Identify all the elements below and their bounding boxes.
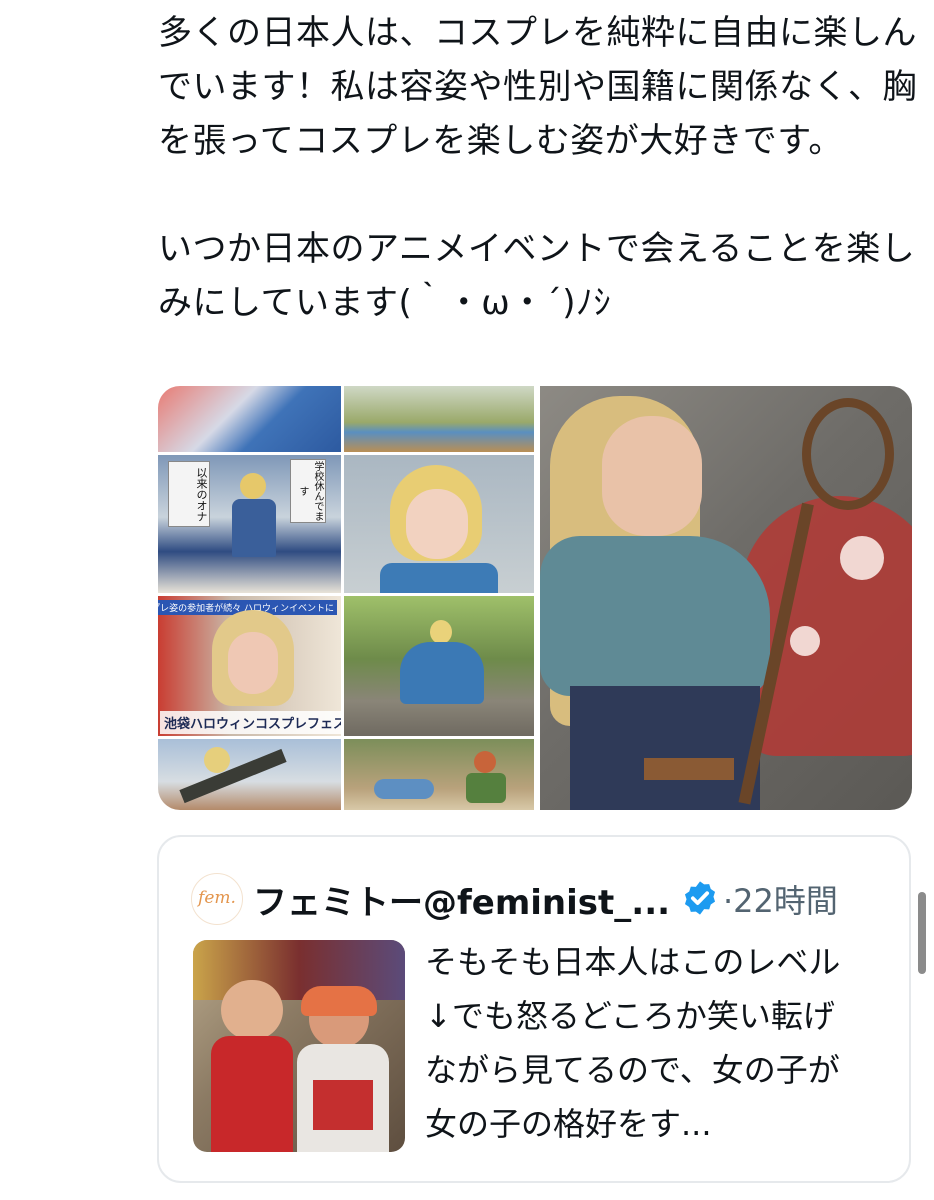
cosplayer-head	[430, 620, 452, 644]
sign-left: 以来のオナ	[168, 461, 210, 527]
face	[406, 489, 468, 559]
dark-robe	[570, 686, 760, 810]
lying-figure	[374, 779, 434, 799]
collage-tile	[158, 386, 341, 452]
verified-badge-icon	[684, 881, 716, 915]
cosplayer-body	[400, 642, 484, 704]
banner-backdrop	[193, 940, 405, 1000]
tweet-body: 多くの日本人は、コスプレを純粋に自由に楽しんでいます！私は容姿や性別や国籍に関係…	[158, 6, 918, 330]
tweet-timestamp[interactable]: ·22時間	[723, 876, 838, 922]
cosplayer-head	[204, 747, 230, 773]
blue-cape	[540, 536, 770, 696]
tweet-paragraph-2: いつか日本のアニメイベントで会えることを楽しみにしています(｀・ω・´)ﾉｼ	[158, 229, 916, 323]
face	[228, 632, 278, 694]
red-trim	[313, 1080, 373, 1130]
author-avatar[interactable]: fem.	[191, 873, 243, 925]
bazooka	[179, 748, 287, 804]
collage-photo[interactable]: 以来のオナ 学校休んでます コスプレ姿の参加者が続々 ハロウィンイベントに 池袋…	[158, 386, 534, 810]
quoted-tweet-header: fem. フェミトー@feminist_... ·22時間	[191, 867, 881, 931]
collage-tile	[344, 386, 534, 452]
belt	[644, 758, 734, 780]
blue-robe	[380, 563, 498, 593]
cosplay-portrait-photo[interactable]	[540, 386, 912, 810]
collage-tile: 以来のオナ 学校休んでます	[158, 455, 341, 593]
collage-tile	[344, 596, 534, 736]
media-grid: 以来のオナ 学校休んでます コスプレ姿の参加者が続々 ハロウィンイベントに 池袋…	[158, 386, 912, 810]
quoted-tweet-thumbnail[interactable]	[193, 940, 405, 1152]
author-name[interactable]: フェミトー@feminist_...	[253, 875, 670, 924]
face	[221, 980, 283, 1040]
cosplayer-head	[474, 751, 496, 773]
mushroom-spot	[790, 626, 820, 656]
news-caption: 池袋ハロウィンコスプレフェス2	[160, 711, 341, 734]
collage-tile	[344, 739, 534, 810]
tweet-paragraph-1: 多くの日本人は、コスプレを純粋に自由に楽しんでいます！私は容姿や性別や国籍に関係…	[158, 13, 917, 161]
face	[602, 416, 702, 536]
staff-loop	[802, 398, 894, 510]
red-hair	[301, 986, 377, 1016]
collage-tile	[158, 739, 341, 810]
quoted-tweet-card[interactable]: fem. フェミトー@feminist_... ·22時間 そもそも日本人はこの…	[157, 835, 911, 1183]
scrollbar-thumb[interactable]	[918, 892, 926, 974]
collage-tile	[344, 455, 534, 593]
quoted-tweet-text: そもそも日本人はこのレベル↓でも怒るどころか笑い転げながら見てるので、女の子が女…	[425, 943, 841, 1143]
sign-right: 学校休んでます	[290, 459, 326, 523]
red-costume	[211, 1036, 293, 1152]
mushroom-spot	[840, 536, 884, 580]
cosplayer-body	[466, 773, 506, 803]
cosplayer-head	[240, 473, 266, 499]
cosplayer-body	[232, 499, 276, 557]
collage-tile: コスプレ姿の参加者が続々 ハロウィンイベントに 池袋ハロウィンコスプレフェス2	[158, 596, 341, 736]
